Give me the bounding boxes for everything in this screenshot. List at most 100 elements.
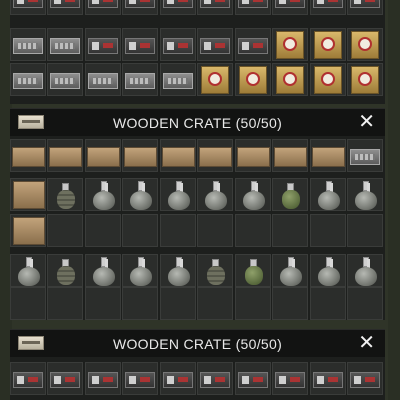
ammo-dark-item[interactable] xyxy=(238,372,268,388)
crate-lid-item[interactable] xyxy=(274,147,307,167)
inventory-slot[interactable] xyxy=(310,178,346,211)
inventory-slot[interactable] xyxy=(347,139,383,172)
ammo-dark-item[interactable] xyxy=(238,0,268,8)
shell-box-item[interactable] xyxy=(239,66,267,94)
grenade-rgd-item[interactable] xyxy=(205,181,227,211)
grenade-rgd-item[interactable] xyxy=(318,181,340,211)
inventory-slot[interactable] xyxy=(310,254,346,287)
ammo-box-item[interactable] xyxy=(350,149,380,165)
grenade-rgd-item[interactable] xyxy=(130,181,152,211)
ammo-dark-item[interactable] xyxy=(125,372,155,388)
ammo-dark-item[interactable] xyxy=(13,372,43,388)
inventory-slot[interactable] xyxy=(160,287,196,320)
ammo-dark-item[interactable] xyxy=(13,0,43,8)
ammo-box-item[interactable] xyxy=(163,73,193,89)
inventory-slot[interactable] xyxy=(272,28,308,61)
inventory-slot[interactable] xyxy=(85,139,121,172)
inventory-slot[interactable] xyxy=(347,362,383,395)
ammo-dark-item[interactable] xyxy=(88,38,118,54)
grenade-rgd-item[interactable] xyxy=(93,181,115,211)
inventory-slot[interactable] xyxy=(85,362,121,395)
inventory-slot[interactable] xyxy=(122,254,158,287)
inventory-slot[interactable] xyxy=(310,63,346,96)
crate-lid-item[interactable] xyxy=(49,147,82,167)
inventory-slot[interactable] xyxy=(272,63,308,96)
shell-box-item[interactable] xyxy=(314,31,342,59)
inventory-slot[interactable] xyxy=(197,254,233,287)
inventory-slot[interactable] xyxy=(122,0,158,15)
inventory-slot[interactable] xyxy=(235,214,271,247)
grenade-rgd-item[interactable] xyxy=(280,257,302,287)
grenade-rgd-item[interactable] xyxy=(93,257,115,287)
inventory-slot[interactable] xyxy=(272,178,308,211)
inventory-slot[interactable] xyxy=(347,254,383,287)
ammo-dark-item[interactable] xyxy=(163,38,193,54)
inventory-slot[interactable] xyxy=(47,0,83,15)
crate-lid-item[interactable] xyxy=(237,147,270,167)
inventory-slot[interactable] xyxy=(47,63,83,96)
inventory-slot[interactable] xyxy=(235,0,271,15)
inventory-slot[interactable] xyxy=(197,214,233,247)
inventory-slot[interactable] xyxy=(272,0,308,15)
inventory-slot[interactable] xyxy=(85,214,121,247)
inventory-slot[interactable] xyxy=(347,287,383,320)
inventory-slot[interactable] xyxy=(197,362,233,395)
ammo-box-item[interactable] xyxy=(13,73,43,89)
inventory-slot[interactable] xyxy=(85,63,121,96)
inventory-slot[interactable] xyxy=(235,63,271,96)
ammo-dark-item[interactable] xyxy=(200,38,230,54)
inventory-slot[interactable] xyxy=(197,63,233,96)
inventory-slot[interactable] xyxy=(160,362,196,395)
inventory-slot[interactable] xyxy=(347,178,383,211)
grenade-green-item[interactable] xyxy=(282,183,300,209)
inventory-slot[interactable] xyxy=(347,214,383,247)
ammo-box-item[interactable] xyxy=(88,73,118,89)
inventory-slot[interactable] xyxy=(347,0,383,15)
inventory-slot[interactable] xyxy=(310,0,346,15)
shell-box-item[interactable] xyxy=(351,31,379,59)
shell-box-item[interactable] xyxy=(276,31,304,59)
inventory-slot[interactable] xyxy=(272,139,308,172)
inventory-slot[interactable] xyxy=(47,362,83,395)
ammo-dark-item[interactable] xyxy=(88,0,118,8)
ammo-dark-item[interactable] xyxy=(200,372,230,388)
shell-box-item[interactable] xyxy=(276,66,304,94)
ammo-box-item[interactable] xyxy=(50,38,80,54)
inventory-slot[interactable] xyxy=(310,362,346,395)
inventory-slot[interactable] xyxy=(272,362,308,395)
ammo-dark-item[interactable] xyxy=(200,0,230,8)
inventory-slot[interactable] xyxy=(197,287,233,320)
ammo-dark-item[interactable] xyxy=(313,372,343,388)
inventory-slot[interactable] xyxy=(160,214,196,247)
grenade-green-item[interactable] xyxy=(245,259,263,285)
inventory-slot[interactable] xyxy=(47,139,83,172)
grenade-f1-item[interactable] xyxy=(57,259,75,285)
inventory-slot[interactable] xyxy=(272,214,308,247)
grenade-rgd-item[interactable] xyxy=(355,181,377,211)
inventory-slot[interactable] xyxy=(310,214,346,247)
ammo-dark-item[interactable] xyxy=(238,38,268,54)
inventory-slot[interactable] xyxy=(160,28,196,61)
inventory-slot[interactable] xyxy=(197,178,233,211)
crate-tall-item[interactable] xyxy=(13,217,45,245)
inventory-slot[interactable] xyxy=(85,28,121,61)
crate-lid-item[interactable] xyxy=(87,147,120,167)
inventory-slot[interactable] xyxy=(47,214,83,247)
inventory-slot[interactable] xyxy=(10,0,46,15)
inventory-slot[interactable] xyxy=(85,254,121,287)
inventory-slot[interactable] xyxy=(235,287,271,320)
inventory-slot[interactable] xyxy=(235,178,271,211)
inventory-slot[interactable] xyxy=(122,178,158,211)
inventory-slot[interactable] xyxy=(347,28,383,61)
inventory-slot[interactable] xyxy=(122,214,158,247)
grenade-rgd-item[interactable] xyxy=(355,257,377,287)
inventory-slot[interactable] xyxy=(10,28,46,61)
inventory-slot[interactable] xyxy=(235,28,271,61)
crate-lid-item[interactable] xyxy=(312,147,345,167)
grenade-f1-item[interactable] xyxy=(57,183,75,209)
inventory-slot[interactable] xyxy=(197,0,233,15)
inventory-slot[interactable] xyxy=(10,63,46,96)
ammo-dark-item[interactable] xyxy=(163,372,193,388)
crate-lid-item[interactable] xyxy=(162,147,195,167)
shell-box-item[interactable] xyxy=(351,66,379,94)
